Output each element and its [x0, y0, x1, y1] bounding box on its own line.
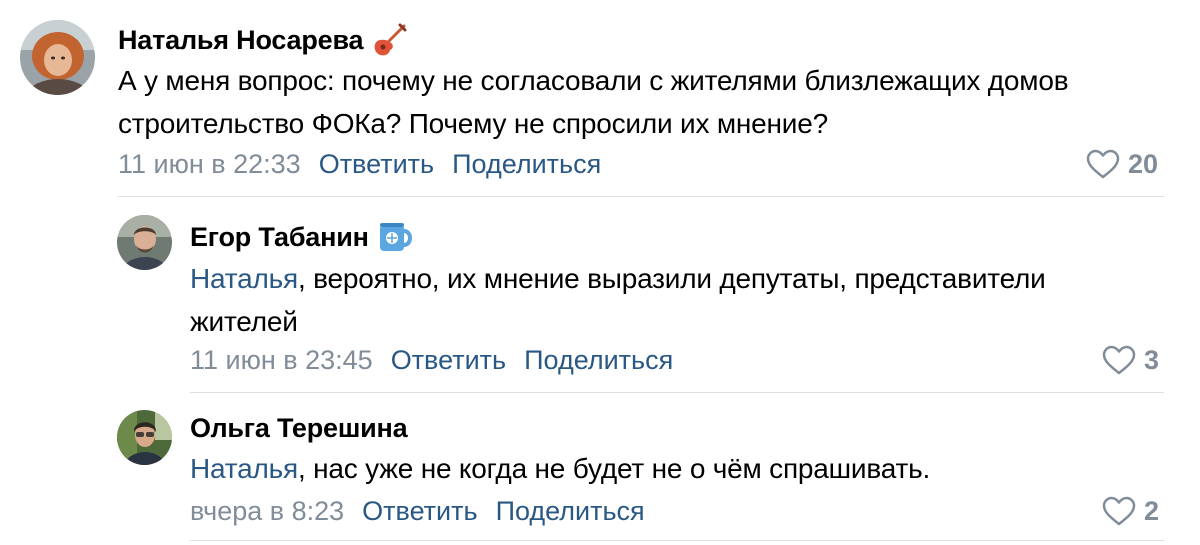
author-name[interactable]: Наталья Носарева — [118, 25, 364, 56]
like-button[interactable]: 20 — [1086, 146, 1158, 182]
divider — [190, 540, 1164, 541]
like-count: 20 — [1128, 148, 1159, 179]
comment-body: , нас уже не когда не будет не о чём спр… — [297, 453, 931, 484]
author-line: Ольга Терешина — [190, 410, 408, 446]
reply-comment: Ольга Терешина Наталья, нас уже не когда… — [0, 395, 1200, 545]
author-name[interactable]: Ольга Терешина — [190, 413, 408, 444]
comment-date[interactable]: 11 июн в 22:33 — [118, 149, 301, 180]
author-line: Наталья Носарева — [118, 22, 407, 58]
share-button[interactable]: Поделиться — [524, 345, 673, 376]
author-line: Егор Табанин — [190, 219, 415, 255]
reply-button[interactable]: Ответить — [319, 149, 434, 180]
comment-date[interactable]: 11 июн в 23:45 — [190, 345, 373, 376]
comment-text: Наталья, вероятно, их мнение выразили де… — [190, 257, 1150, 343]
avatar[interactable] — [20, 20, 95, 95]
divider — [190, 392, 1164, 393]
guitar-icon[interactable] — [371, 22, 407, 58]
share-button[interactable]: Поделиться — [452, 149, 601, 180]
like-count: 2 — [1144, 495, 1160, 526]
comment: Наталья Носарева А у меня вопрос: почему… — [0, 0, 1200, 200]
comment-meta: 11 июн в 23:45 Ответить Поделиться — [190, 342, 691, 378]
avatar[interactable] — [117, 410, 172, 465]
heart-icon — [1102, 496, 1136, 526]
comment-meta: 11 июн в 22:33 Ответить Поделиться — [118, 146, 619, 182]
comment-text: Наталья, нас уже не когда не будет не о … — [190, 447, 1150, 490]
heart-icon — [1086, 149, 1120, 179]
reply-button[interactable]: Ответить — [362, 496, 477, 527]
reply-button[interactable]: Ответить — [391, 345, 506, 376]
comment-text: А у меня вопрос: почему не согласовали с… — [118, 65, 1069, 139]
share-button[interactable]: Поделиться — [496, 496, 645, 527]
comment-date[interactable]: вчера в 8:23 — [190, 496, 344, 527]
divider — [118, 196, 1164, 197]
like-button[interactable]: 2 — [1102, 493, 1159, 529]
mention-link[interactable]: Наталья — [190, 453, 298, 484]
reply-comment: Егор Табанин Наталья, вероятно, их мнени… — [0, 200, 1200, 395]
mug-icon[interactable] — [377, 219, 415, 255]
mention-link[interactable]: Наталья — [190, 263, 298, 294]
avatar[interactable] — [117, 215, 172, 270]
like-button[interactable]: 3 — [1102, 342, 1159, 378]
heart-icon — [1102, 345, 1136, 375]
like-count: 3 — [1144, 344, 1160, 375]
author-name[interactable]: Егор Табанин — [190, 222, 369, 253]
comment-body: , вероятно, их мнение выразили депутаты,… — [190, 263, 1046, 337]
comment-meta: вчера в 8:23 Ответить Поделиться — [190, 493, 663, 529]
